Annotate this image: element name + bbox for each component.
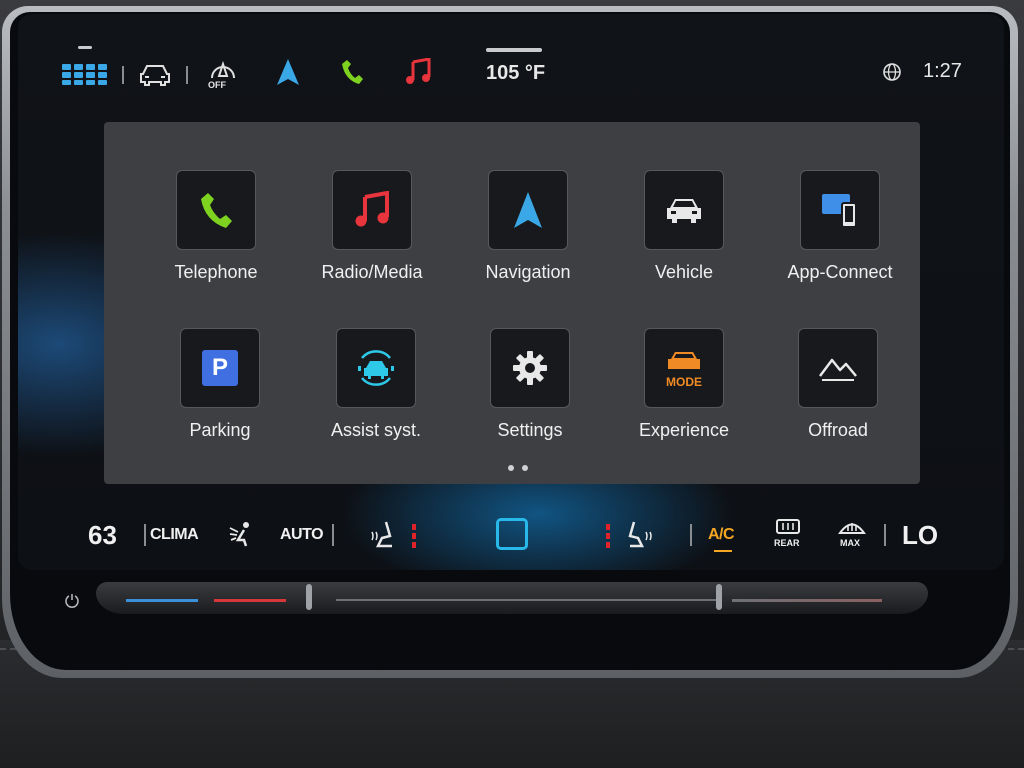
outside-temperature: 105 °F [486,62,546,84]
page-dot[interactable] [508,465,514,471]
app-settings[interactable]: Settings [455,328,605,448]
app-tile[interactable]: P [180,328,260,408]
app-label: Settings [497,420,563,440]
app-tile[interactable] [332,170,412,250]
right-temperature[interactable]: LO [902,520,938,551]
apps-grid-icon[interactable] [62,62,110,86]
climate-separator [332,524,334,546]
ac-active-indicator [714,550,732,552]
seat-heat-left-icon[interactable] [370,520,396,548]
auto-button[interactable]: AUTO [280,526,324,544]
airflow-icon[interactable] [228,520,256,548]
infotainment-screen: OFF 105 °F 1:27 Telephone Radio/Media Na… [18,14,1004,570]
seat-heat-right-icon[interactable] [626,520,652,548]
gear-icon [513,351,547,385]
slider-divider [716,584,722,610]
assist-off-label: OFF [208,80,226,90]
app-label: Parking [189,420,251,440]
mode-label: MODE [666,374,702,389]
volume-slider[interactable] [336,599,716,601]
app-label: Radio/Media [321,262,423,282]
car-icon [667,199,701,223]
mountain-icon [819,358,857,381]
app-radio-media[interactable]: Radio/Media [297,170,447,290]
app-tile[interactable] [644,170,724,250]
app-tile[interactable] [798,328,878,408]
power-icon[interactable] [64,592,80,608]
app-parking[interactable]: P Parking [145,328,295,448]
app-app-connect[interactable]: App-Connect [765,170,915,290]
app-label: Experience [638,420,730,440]
status-separator [122,66,124,84]
navigation-arrow-icon [514,192,542,228]
app-tile[interactable] [490,328,570,408]
ac-button[interactable]: A/C [708,526,735,544]
app-tile[interactable] [800,170,880,250]
home-button[interactable] [496,518,528,550]
max-label: MAX [840,538,860,548]
app-experience[interactable]: MODE Experience [609,328,759,448]
app-label: App-Connect [787,262,893,282]
temp-slider-right[interactable] [732,599,882,602]
app-label: Telephone [174,262,258,282]
status-bar: OFF 105 °F 1:27 [18,14,1004,114]
parking-icon: P [202,350,238,386]
app-tile[interactable] [488,170,568,250]
navigation-arrow-icon[interactable] [276,58,300,86]
app-assist-systems[interactable]: Assist syst. [301,328,451,448]
app-tile[interactable]: MODE [644,328,724,408]
car-icon[interactable] [138,62,172,86]
slider-divider [306,584,312,610]
seat-heat-right-level [606,524,612,551]
app-label: Vehicle [654,262,714,282]
app-tile[interactable] [176,170,256,250]
app-telephone[interactable]: Telephone [141,170,291,290]
app-navigation[interactable]: Navigation [453,170,603,290]
assist-systems-icon [358,350,394,386]
rear-defrost-icon[interactable] [774,518,802,536]
drag-handle-small[interactable] [78,46,92,49]
app-label: Offroad [808,420,868,440]
globe-icon[interactable] [882,62,902,82]
climate-separator [144,524,146,546]
app-connect-icon [822,194,857,228]
max-defrost-icon[interactable] [838,518,866,536]
climate-bar: 63 CLIMA AUTO A/C REAR MAX LO [18,508,1004,560]
seat-heat-left-level [412,524,418,551]
app-label: Assist syst. [330,420,421,440]
left-temperature[interactable]: 63 [88,520,117,551]
temp-slider-cold[interactable] [126,599,198,602]
touch-slider-strip [96,582,928,614]
temp-slider-hot[interactable] [214,599,286,602]
climate-separator [690,524,692,546]
music-note-icon[interactable] [404,58,432,86]
page-dot[interactable] [522,465,528,471]
clock: 1:27 [923,60,962,82]
app-vehicle[interactable]: Vehicle [609,170,759,290]
phone-icon [201,193,232,228]
app-tile[interactable] [336,328,416,408]
app-offroad[interactable]: Offroad [763,328,913,448]
experience-mode-icon: MODE [666,349,702,388]
status-separator [186,66,188,84]
rear-label: REAR [774,538,800,548]
clima-button[interactable]: CLIMA [150,526,199,544]
climate-separator [884,524,886,546]
drag-handle[interactable] [486,48,542,52]
app-menu-panel: Telephone Radio/Media Navigation Vehicle… [104,122,920,484]
car-icon [668,351,700,369]
page-indicator[interactable] [504,458,532,476]
app-label: Navigation [485,262,571,282]
phone-icon[interactable] [340,58,364,86]
music-note-icon [355,191,389,227]
